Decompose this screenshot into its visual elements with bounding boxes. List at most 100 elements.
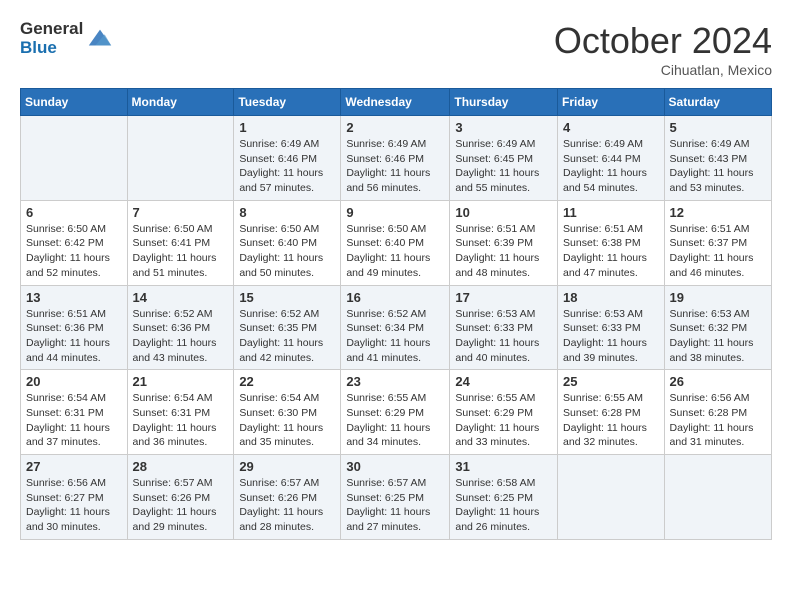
day-detail: Sunrise: 6:52 AM Sunset: 6:34 PM Dayligh… [346,307,444,366]
day-number: 26 [670,374,766,389]
day-number: 23 [346,374,444,389]
day-number: 30 [346,459,444,474]
day-detail: Sunrise: 6:54 AM Sunset: 6:31 PM Dayligh… [133,391,229,450]
calendar-cell: 19Sunrise: 6:53 AM Sunset: 6:32 PM Dayli… [664,285,771,370]
day-detail: Sunrise: 6:50 AM Sunset: 6:40 PM Dayligh… [346,222,444,281]
calendar-cell: 12 Sunrise: 6:51 AM Sunset: 6:37 PM Dayli… [664,200,771,285]
day-number: 10 [455,205,552,220]
calendar-week-row: 20 Sunrise: 6:54 AM Sunset: 6:31 PM Dayli… [21,370,772,455]
title-block: October 2024 Cihuatlan, Mexico [554,20,772,78]
day-detail: Sunrise: 6:52 AM Sunset: 6:36 PM Dayligh… [133,307,229,366]
day-detail: Sunrise: 6:57 AM Sunset: 6:25 PM Dayligh… [346,476,444,535]
day-number: 4 [563,120,659,135]
weekday-header: Monday [127,89,234,116]
day-number: 19 [670,290,766,305]
calendar-header: SundayMondayTuesdayWednesdayThursdayFrid… [21,89,772,116]
day-number: 5 [670,120,766,135]
day-number: 21 [133,374,229,389]
day-detail: Sunrise: 6:54 AM Sunset: 6:31 PM Dayligh… [26,391,122,450]
calendar-cell: 10Sunrise: 6:51 AM Sunset: 6:39 PM Dayli… [450,200,558,285]
day-number: 1 [239,120,335,135]
weekday-header: Thursday [450,89,558,116]
calendar-week-row: 1 Sunrise: 6:49 AM Sunset: 6:46 PM Daylig… [21,116,772,201]
calendar-cell: 15 Sunrise: 6:52 AM Sunset: 6:35 PM Dayli… [234,285,341,370]
location: Cihuatlan, Mexico [554,62,772,78]
calendar-cell: 14Sunrise: 6:52 AM Sunset: 6:36 PM Dayli… [127,285,234,370]
day-number: 12 [670,205,766,220]
calendar-cell: 9 Sunrise: 6:50 AM Sunset: 6:40 PM Daylig… [341,200,450,285]
day-detail: Sunrise: 6:49 AM Sunset: 6:44 PM Dayligh… [563,137,659,196]
day-detail: Sunrise: 6:52 AM Sunset: 6:35 PM Dayligh… [239,307,335,366]
logo-icon [86,25,114,53]
day-detail: Sunrise: 6:50 AM Sunset: 6:41 PM Dayligh… [133,222,229,281]
day-detail: Sunrise: 6:57 AM Sunset: 6:26 PM Dayligh… [239,476,335,535]
day-number: 7 [133,205,229,220]
day-detail: Sunrise: 6:51 AM Sunset: 6:37 PM Dayligh… [670,222,766,281]
day-number: 16 [346,290,444,305]
day-detail: Sunrise: 6:55 AM Sunset: 6:29 PM Dayligh… [455,391,552,450]
day-number: 20 [26,374,122,389]
calendar-week-row: 6 Sunrise: 6:50 AM Sunset: 6:42 PM Daylig… [21,200,772,285]
day-number: 13 [26,290,122,305]
calendar-cell [558,455,665,540]
day-detail: Sunrise: 6:55 AM Sunset: 6:29 PM Dayligh… [346,391,444,450]
day-number: 15 [239,290,335,305]
day-detail: Sunrise: 6:57 AM Sunset: 6:26 PM Dayligh… [133,476,229,535]
day-number: 28 [133,459,229,474]
day-number: 8 [239,205,335,220]
day-detail: Sunrise: 6:49 AM Sunset: 6:45 PM Dayligh… [455,137,552,196]
calendar-cell: 22Sunrise: 6:54 AM Sunset: 6:30 PM Dayli… [234,370,341,455]
day-detail: Sunrise: 6:58 AM Sunset: 6:25 PM Dayligh… [455,476,552,535]
calendar-cell: 8 Sunrise: 6:50 AM Sunset: 6:40 PM Daylig… [234,200,341,285]
day-number: 31 [455,459,552,474]
calendar-cell: 24 Sunrise: 6:55 AM Sunset: 6:29 PM Dayli… [450,370,558,455]
day-number: 24 [455,374,552,389]
day-number: 29 [239,459,335,474]
weekday-header: Tuesday [234,89,341,116]
day-number: 6 [26,205,122,220]
day-detail: Sunrise: 6:49 AM Sunset: 6:46 PM Dayligh… [239,137,335,196]
day-detail: Sunrise: 6:49 AM Sunset: 6:43 PM Dayligh… [670,137,766,196]
calendar-cell: 13Sunrise: 6:51 AM Sunset: 6:36 PM Dayli… [21,285,128,370]
calendar-cell: 28 Sunrise: 6:57 AM Sunset: 6:26 PM Dayli… [127,455,234,540]
logo-blue: Blue [20,39,83,58]
calendar-cell: 20 Sunrise: 6:54 AM Sunset: 6:31 PM Dayli… [21,370,128,455]
calendar-cell: 3 Sunrise: 6:49 AM Sunset: 6:45 PM Daylig… [450,116,558,201]
calendar-cell: 5 Sunrise: 6:49 AM Sunset: 6:43 PM Daylig… [664,116,771,201]
day-number: 25 [563,374,659,389]
calendar-cell [664,455,771,540]
day-number: 17 [455,290,552,305]
day-detail: Sunrise: 6:50 AM Sunset: 6:42 PM Dayligh… [26,222,122,281]
calendar-cell: 25 Sunrise: 6:55 AM Sunset: 6:28 PM Dayli… [558,370,665,455]
day-number: 18 [563,290,659,305]
calendar-cell: 18Sunrise: 6:53 AM Sunset: 6:33 PM Dayli… [558,285,665,370]
calendar-cell: 11Sunrise: 6:51 AM Sunset: 6:38 PM Dayli… [558,200,665,285]
calendar-cell: 2 Sunrise: 6:49 AM Sunset: 6:46 PM Daylig… [341,116,450,201]
calendar-week-row: 13Sunrise: 6:51 AM Sunset: 6:36 PM Dayli… [21,285,772,370]
day-detail: Sunrise: 6:51 AM Sunset: 6:38 PM Dayligh… [563,222,659,281]
day-detail: Sunrise: 6:56 AM Sunset: 6:27 PM Dayligh… [26,476,122,535]
calendar-cell: 7 Sunrise: 6:50 AM Sunset: 6:41 PM Daylig… [127,200,234,285]
page: General Blue October 2024 Cihuatlan, Mex… [0,0,792,560]
day-number: 22 [239,374,335,389]
weekday-header: Sunday [21,89,128,116]
calendar-cell: 4 Sunrise: 6:49 AM Sunset: 6:44 PM Daylig… [558,116,665,201]
month-title: October 2024 [554,20,772,62]
header: General Blue October 2024 Cihuatlan, Mex… [20,20,772,78]
weekday-header-row: SundayMondayTuesdayWednesdayThursdayFrid… [21,89,772,116]
weekday-header: Wednesday [341,89,450,116]
day-detail: Sunrise: 6:55 AM Sunset: 6:28 PM Dayligh… [563,391,659,450]
day-number: 2 [346,120,444,135]
calendar-cell: 16 Sunrise: 6:52 AM Sunset: 6:34 PM Dayli… [341,285,450,370]
calendar-cell [127,116,234,201]
calendar-week-row: 27Sunrise: 6:56 AM Sunset: 6:27 PM Dayli… [21,455,772,540]
day-number: 9 [346,205,444,220]
day-detail: Sunrise: 6:56 AM Sunset: 6:28 PM Dayligh… [670,391,766,450]
day-detail: Sunrise: 6:49 AM Sunset: 6:46 PM Dayligh… [346,137,444,196]
day-detail: Sunrise: 6:50 AM Sunset: 6:40 PM Dayligh… [239,222,335,281]
calendar-cell: 30 Sunrise: 6:57 AM Sunset: 6:25 PM Dayli… [341,455,450,540]
calendar-cell: 6 Sunrise: 6:50 AM Sunset: 6:42 PM Daylig… [21,200,128,285]
day-number: 3 [455,120,552,135]
calendar-cell: 23 Sunrise: 6:55 AM Sunset: 6:29 PM Dayli… [341,370,450,455]
day-detail: Sunrise: 6:53 AM Sunset: 6:33 PM Dayligh… [455,307,552,366]
